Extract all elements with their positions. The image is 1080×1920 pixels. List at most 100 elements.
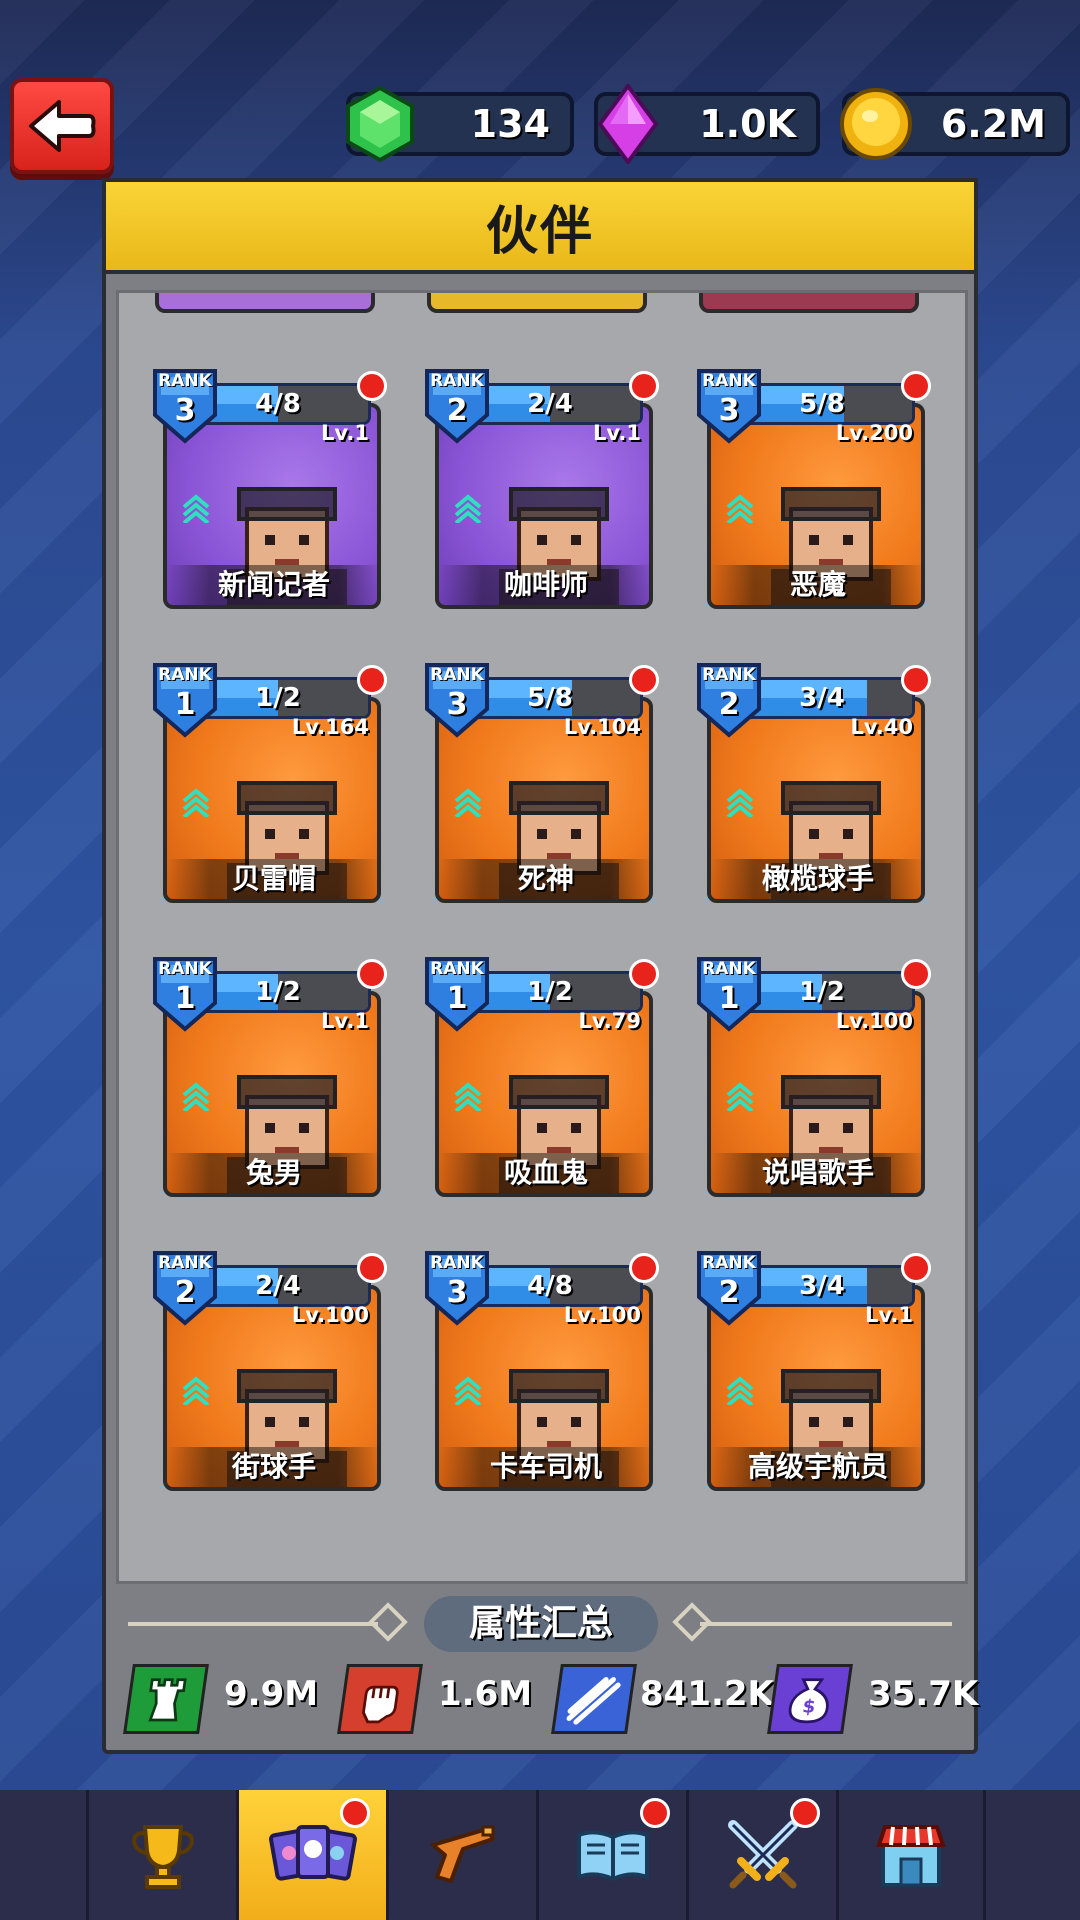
partial-card bbox=[155, 293, 375, 313]
trophy-icon bbox=[131, 1825, 194, 1889]
companion-name: 恶魔 bbox=[711, 565, 925, 605]
companion-card[interactable]: 1/2 RANK 1 Lv.79 吸血鬼 bbox=[425, 953, 659, 1197]
rank-number: 2 bbox=[446, 393, 468, 428]
notification-dot bbox=[357, 959, 387, 989]
companion-card[interactable]: 2/4 RANK 2 Lv.1 咖啡师 bbox=[425, 365, 659, 609]
rank-label: RANK bbox=[430, 371, 484, 391]
companion-level: Lv.200 bbox=[835, 421, 913, 445]
upgrade-chevron-icon bbox=[454, 1082, 482, 1111]
book-icon bbox=[576, 1830, 649, 1882]
companion-card[interactable]: 3/4 RANK 2 Lv.40 橄榄球手 bbox=[697, 659, 931, 903]
panel-title-bar: 伙伴 bbox=[102, 178, 978, 274]
partial-card bbox=[427, 293, 647, 313]
rank-number: 1 bbox=[174, 981, 196, 1016]
upgrade-chevron-icon bbox=[454, 788, 482, 817]
diamond-count: 1.0K bbox=[699, 102, 796, 146]
companion-level: Lv.79 bbox=[578, 1009, 641, 1033]
companion-name: 橄榄球手 bbox=[711, 859, 925, 899]
rank-label: RANK bbox=[702, 959, 756, 979]
rank-number: 3 bbox=[718, 393, 740, 428]
gem-counter[interactable]: 134 bbox=[346, 85, 574, 163]
companion-card[interactable]: 5/8 RANK 3 Lv.200 恶魔 bbox=[697, 365, 931, 609]
notification-dot bbox=[357, 665, 387, 695]
rank-number: 3 bbox=[174, 393, 196, 428]
notification-dot bbox=[629, 959, 659, 989]
companion-card[interactable]: 1/2 RANK 1 Lv.100 说唱歌手 bbox=[697, 953, 931, 1197]
upgrade-chevron-icon bbox=[454, 494, 482, 523]
purple-diamond-icon bbox=[597, 84, 659, 164]
companion-level: Lv.100 bbox=[835, 1009, 913, 1033]
companion-name: 死神 bbox=[439, 859, 653, 899]
companion-name: 吸血鬼 bbox=[439, 1153, 653, 1193]
notification-dot bbox=[901, 959, 931, 989]
notification-dot bbox=[340, 1798, 370, 1828]
crossed-swords-icon bbox=[727, 1820, 798, 1889]
upgrade-chevron-icon bbox=[726, 788, 754, 817]
nav-companions[interactable] bbox=[236, 1790, 386, 1920]
rank-number: 2 bbox=[718, 1275, 740, 1310]
companion-name: 咖啡师 bbox=[439, 565, 653, 605]
companion-grid[interactable]: 4/8 RANK 3 Lv.1 新闻记者 2/4 RANK 2 Lv.1 咖啡师 5/8 RANK 3 L… bbox=[116, 290, 968, 1584]
companion-level: Lv.100 bbox=[291, 1303, 369, 1327]
rank-label: RANK bbox=[430, 959, 484, 979]
companion-level: Lv.40 bbox=[850, 715, 913, 739]
notification-dot bbox=[357, 1253, 387, 1283]
stat-fist: 1.6M bbox=[337, 1664, 542, 1740]
companion-card[interactable]: 4/8 RANK 3 Lv.1 新闻记者 bbox=[153, 365, 387, 609]
nav-codex[interactable] bbox=[536, 1790, 686, 1920]
money-bag-icon: $ bbox=[767, 1664, 853, 1734]
rank-label: RANK bbox=[158, 1253, 212, 1273]
notification-dot bbox=[901, 1253, 931, 1283]
green-gem-icon bbox=[346, 85, 414, 163]
partial-card bbox=[699, 293, 919, 313]
rank-number: 3 bbox=[446, 1275, 468, 1310]
companion-level: Lv.164 bbox=[291, 715, 369, 739]
upgrade-chevron-icon bbox=[182, 1082, 210, 1111]
stat-value: 9.9M bbox=[224, 1674, 319, 1714]
coin-counter[interactable]: 6.2M bbox=[840, 88, 1070, 160]
companion-card[interactable]: 1/2 RANK 1 Lv.164 贝雷帽 bbox=[153, 659, 387, 903]
back-button[interactable] bbox=[10, 78, 114, 174]
stat-value: 841.2K bbox=[640, 1674, 774, 1714]
nav-trophy[interactable] bbox=[86, 1790, 236, 1920]
companion-name: 说唱歌手 bbox=[711, 1153, 925, 1193]
stat-value: 35.7K bbox=[868, 1674, 979, 1714]
summary-title: 属性汇总 bbox=[424, 1596, 658, 1652]
notification-dot bbox=[357, 371, 387, 401]
diamond-counter[interactable]: 1.0K bbox=[594, 84, 820, 164]
companion-name: 贝雷帽 bbox=[167, 859, 381, 899]
upgrade-chevron-icon bbox=[182, 788, 210, 817]
companion-card[interactable]: 1/2 RANK 1 Lv.1 兔男 bbox=[153, 953, 387, 1197]
gold-coin-icon bbox=[840, 88, 912, 160]
rank-number: 1 bbox=[718, 981, 740, 1016]
nav-battle[interactable] bbox=[686, 1790, 836, 1920]
upgrade-chevron-icon bbox=[454, 1376, 482, 1405]
rank-label: RANK bbox=[158, 371, 212, 391]
nav-shop[interactable] bbox=[836, 1790, 986, 1920]
companion-card[interactable]: 2/4 RANK 2 Lv.100 街球手 bbox=[153, 1247, 387, 1491]
shop-icon bbox=[876, 1825, 946, 1887]
companion-name: 街球手 bbox=[167, 1447, 381, 1487]
rank-number: 3 bbox=[446, 687, 468, 722]
notification-dot bbox=[790, 1798, 820, 1828]
upgrade-chevron-icon bbox=[726, 1376, 754, 1405]
tower-icon bbox=[123, 1664, 209, 1734]
rank-label: RANK bbox=[702, 1253, 756, 1273]
page-title: 伙伴 bbox=[485, 201, 594, 262]
companions-icon bbox=[268, 1825, 357, 1881]
rank-number: 2 bbox=[174, 1275, 196, 1310]
rank-number: 1 bbox=[446, 981, 468, 1016]
rank-label: RANK bbox=[430, 1253, 484, 1273]
companion-card[interactable]: 5/8 RANK 3 Lv.104 死神 bbox=[425, 659, 659, 903]
rank-label: RANK bbox=[702, 665, 756, 685]
companion-name: 兔男 bbox=[167, 1153, 381, 1193]
companion-name: 高级宇航员 bbox=[711, 1447, 925, 1487]
summary-divider-left bbox=[128, 1622, 378, 1626]
companion-card[interactable]: 3/4 RANK 2 Lv.1 高级宇航员 bbox=[697, 1247, 931, 1491]
nav-weapons[interactable] bbox=[386, 1790, 536, 1920]
companion-card[interactable]: 4/8 RANK 3 Lv.100 卡车司机 bbox=[425, 1247, 659, 1491]
upgrade-chevron-icon bbox=[726, 1082, 754, 1111]
back-arrow-icon bbox=[29, 100, 96, 152]
stat-value: 1.6M bbox=[438, 1674, 533, 1714]
auto-blades-icon bbox=[551, 1664, 637, 1734]
